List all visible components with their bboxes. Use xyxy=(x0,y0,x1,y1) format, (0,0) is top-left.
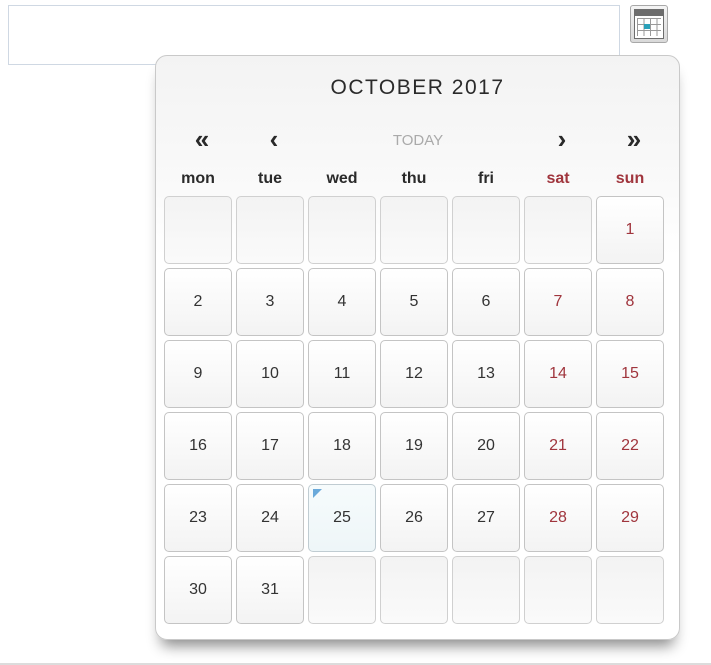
weekday-sun: sun xyxy=(615,170,645,187)
weekday-thu: thu xyxy=(401,170,427,187)
weekday-tue: tue xyxy=(258,170,282,187)
day-cell-empty xyxy=(236,196,304,264)
calendar-trigger-button[interactable] xyxy=(630,5,668,43)
day-cell[interactable]: 3 xyxy=(236,268,304,336)
calendar-icon xyxy=(634,9,664,39)
page: OCTOBER 2017 « ‹ TODAY › » mon tue wed t… xyxy=(0,0,711,665)
weekday-sat: sat xyxy=(546,170,570,187)
day-cell[interactable]: 22 xyxy=(596,412,664,480)
day-cell[interactable]: 18 xyxy=(308,412,376,480)
today-button[interactable]: TODAY xyxy=(356,132,480,149)
day-cell-empty xyxy=(452,556,520,624)
day-cell[interactable]: 2 xyxy=(164,268,232,336)
day-cell-today[interactable]: 25 xyxy=(308,484,376,552)
next-month-button[interactable]: › xyxy=(538,126,586,152)
day-cell[interactable]: 4 xyxy=(308,268,376,336)
day-cell-empty xyxy=(308,556,376,624)
day-grid: 1 2 3 4 5 6 7 8 9 10 11 12 13 14 15 16 17 18 19 20 21 22 23 24 2… xyxy=(164,196,664,624)
day-cell[interactable]: 28 xyxy=(524,484,592,552)
day-cell[interactable]: 15 xyxy=(596,340,664,408)
day-cell[interactable]: 30 xyxy=(164,556,232,624)
day-cell-empty xyxy=(452,196,520,264)
day-cell[interactable]: 9 xyxy=(164,340,232,408)
day-cell-empty xyxy=(380,196,448,264)
day-cell[interactable]: 19 xyxy=(380,412,448,480)
day-cell[interactable]: 27 xyxy=(452,484,520,552)
weekday-wed: wed xyxy=(326,170,358,187)
day-cell[interactable]: 26 xyxy=(380,484,448,552)
day-cell[interactable]: 7 xyxy=(524,268,592,336)
prev-year-button[interactable]: « xyxy=(178,126,226,152)
weekday-fri: fri xyxy=(478,170,494,187)
day-cell[interactable]: 5 xyxy=(380,268,448,336)
day-cell[interactable]: 16 xyxy=(164,412,232,480)
next-year-button[interactable]: » xyxy=(610,126,658,152)
day-cell[interactable]: 10 xyxy=(236,340,304,408)
day-cell-empty xyxy=(380,556,448,624)
calendar-month-title: OCTOBER 2017 xyxy=(330,76,505,99)
weekday-mon: mon xyxy=(181,170,215,187)
day-cell[interactable]: 1 xyxy=(596,196,664,264)
day-cell[interactable]: 6 xyxy=(452,268,520,336)
day-cell[interactable]: 29 xyxy=(596,484,664,552)
day-cell-empty xyxy=(164,196,232,264)
day-cell[interactable]: 31 xyxy=(236,556,304,624)
day-cell-empty xyxy=(524,556,592,624)
day-cell[interactable]: 17 xyxy=(236,412,304,480)
day-cell[interactable]: 24 xyxy=(236,484,304,552)
day-cell[interactable]: 13 xyxy=(452,340,520,408)
day-cell[interactable]: 12 xyxy=(380,340,448,408)
prev-month-button[interactable]: ‹ xyxy=(250,126,298,152)
day-cell-empty xyxy=(308,196,376,264)
day-cell[interactable]: 20 xyxy=(452,412,520,480)
day-cell-empty xyxy=(524,196,592,264)
day-cell[interactable]: 14 xyxy=(524,340,592,408)
day-cell[interactable]: 8 xyxy=(596,268,664,336)
day-cell[interactable]: 21 xyxy=(524,412,592,480)
day-cell-empty xyxy=(596,556,664,624)
calendar-popup: OCTOBER 2017 « ‹ TODAY › » mon tue wed t… xyxy=(155,55,680,640)
weekday-header: mon tue wed thu fri sat sun xyxy=(164,170,664,188)
day-cell[interactable]: 23 xyxy=(164,484,232,552)
day-cell[interactable]: 11 xyxy=(308,340,376,408)
